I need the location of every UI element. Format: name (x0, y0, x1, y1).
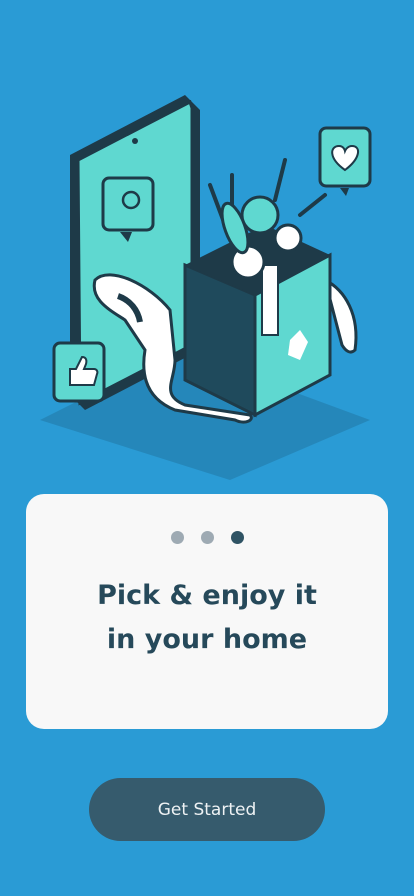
title-line-2: in your home (106, 624, 308, 655)
page-indicator (26, 531, 388, 544)
page-dot-2[interactable] (200, 531, 214, 544)
get-started-button[interactable]: Get Started (89, 778, 325, 841)
thumbs-up-bubble-icon (52, 341, 106, 403)
onboarding-illustration (40, 95, 372, 480)
onboarding-card: Pick & enjoy it in your home (26, 494, 388, 729)
onboarding-title: Pick & enjoy it in your home (26, 574, 388, 662)
page-dot-1[interactable] (170, 531, 184, 544)
heart-bubble-icon (318, 126, 372, 196)
title-line-1: Pick & enjoy it (97, 580, 317, 611)
page-dot-3-active[interactable] (230, 531, 244, 544)
grocery-bag-icon (183, 158, 332, 418)
